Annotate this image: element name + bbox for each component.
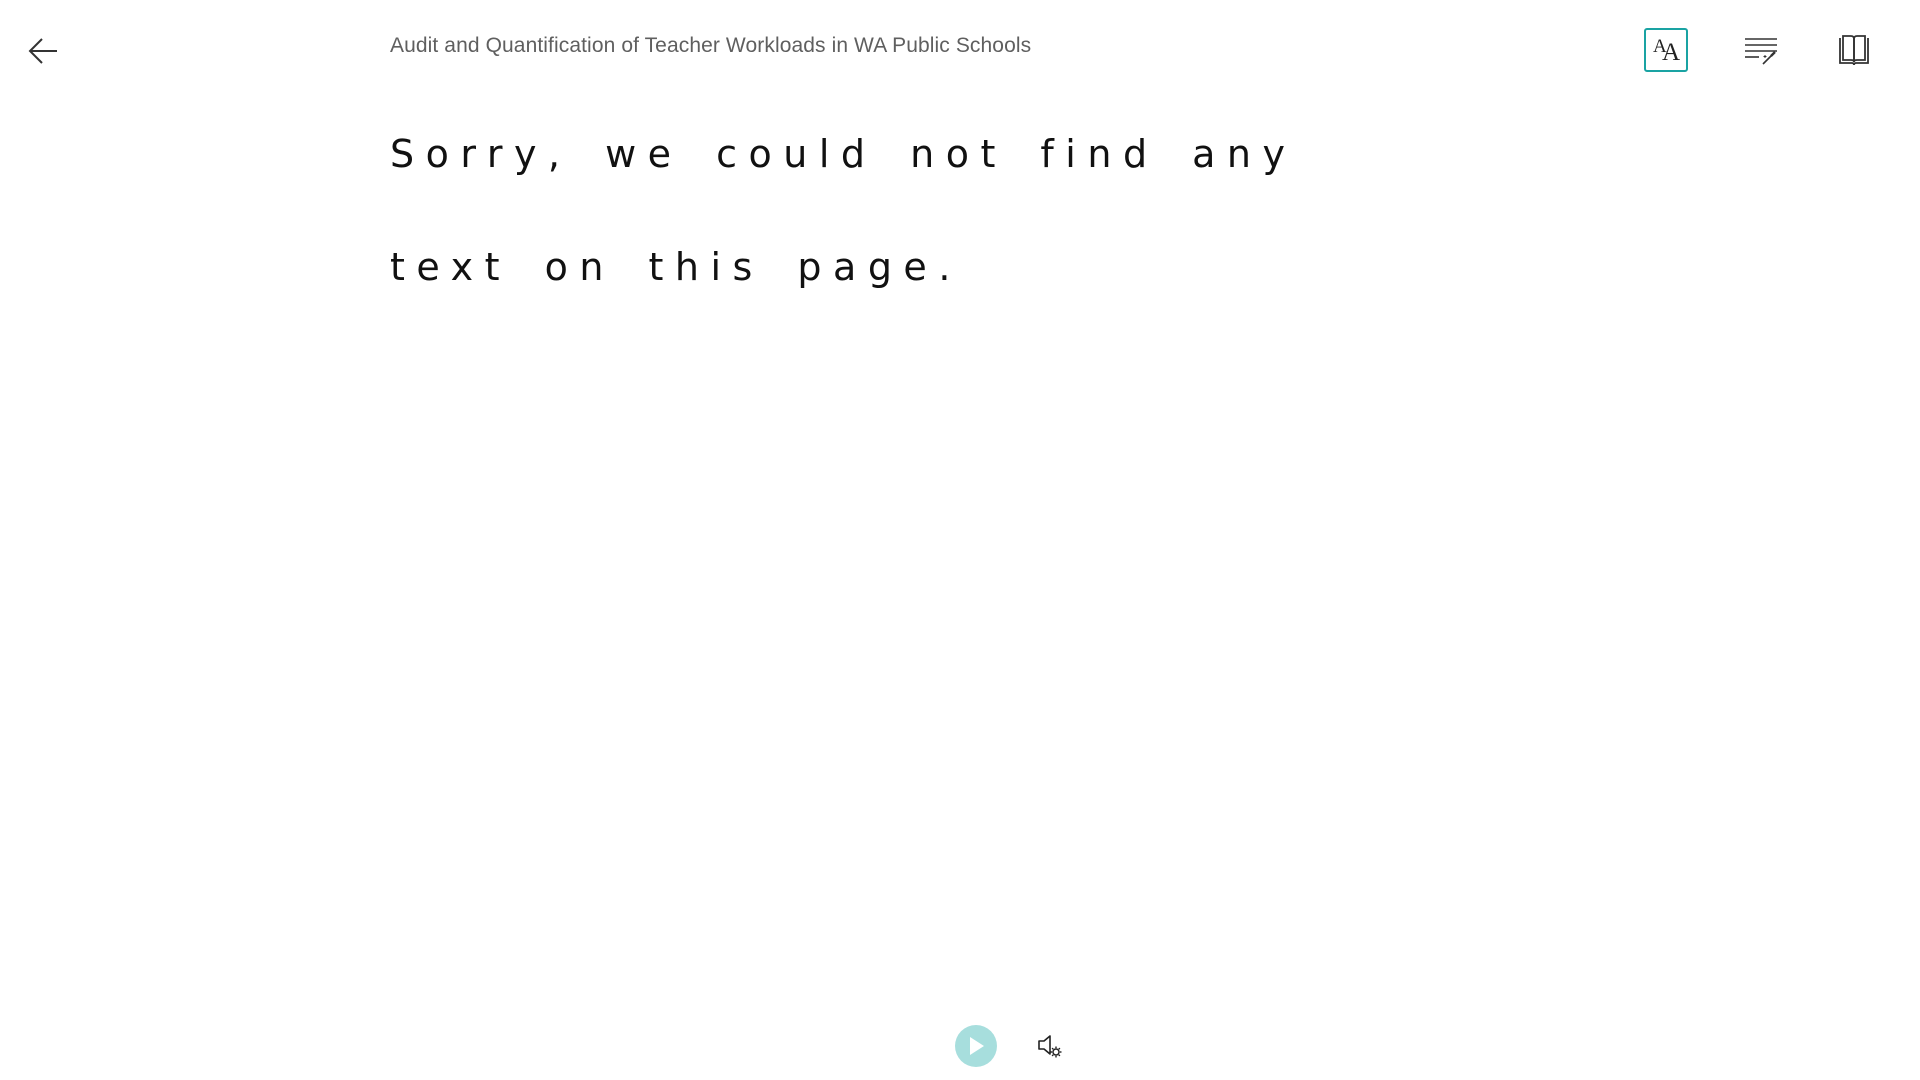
back-button[interactable] [20,28,66,74]
reading-content: Sorry, we could not find any text on thi… [390,118,1450,324]
no-text-message: Sorry, we could not find any text on thi… [390,132,1297,289]
grammar-options-icon [1745,38,1777,65]
book-icon [1839,35,1869,66]
play-button[interactable] [955,1025,997,1067]
play-icon [970,1037,984,1055]
voice-settings-button[interactable] [1034,1030,1066,1062]
text-preferences-button[interactable]: AA [1644,28,1688,72]
reading-preferences-button[interactable] [1832,28,1876,72]
arrow-left-icon [28,38,57,64]
immersive-reader: Audit and Quantification of Teacher Work… [0,0,1920,1080]
voice-settings-icon [1038,1035,1062,1058]
grammar-options-button[interactable] [1739,28,1783,72]
document-title: Audit and Quantification of Teacher Work… [390,34,1032,57]
text-preferences-icon: AA [1653,36,1681,66]
